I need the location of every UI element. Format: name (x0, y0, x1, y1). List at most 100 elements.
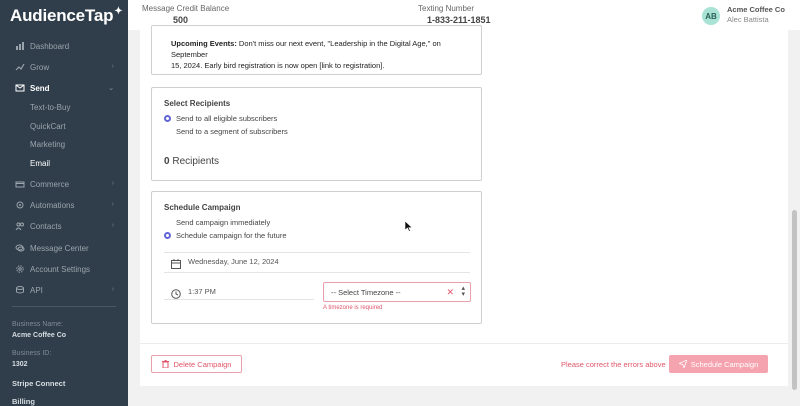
sidebar-item-label: Send (30, 83, 50, 93)
sidebar-item-dashboard[interactable]: Dashboard (0, 36, 128, 56)
radio-label: Schedule campaign for the future (176, 231, 287, 240)
scrollbar[interactable] (792, 210, 797, 390)
automations-icon (15, 200, 25, 210)
logo-text: AudienceTap (10, 6, 114, 25)
message-preview-card: Upcoming Events: Don't miss our next eve… (151, 25, 482, 75)
business-id-value: 1302 (12, 361, 28, 368)
radio-unchecked-icon (164, 219, 171, 226)
paper-plane-icon (678, 360, 687, 368)
message-center-icon (15, 243, 25, 253)
preview-line-2: 15, 2024. Early bird registration is now… (171, 61, 385, 70)
sidebar-item-account-settings[interactable]: Account Settings (0, 259, 128, 279)
chevron-right-icon: › (111, 286, 114, 293)
business-id-label: Business ID: (12, 350, 52, 357)
radio-segment-subscribers[interactable]: Send to a segment of subscribers (164, 127, 288, 136)
radio-label: Send to all eligible subscribers (176, 114, 278, 123)
texting-number-value: 1-833-211-1851 (427, 15, 491, 25)
radio-send-immediately[interactable]: Send campaign immediately (164, 218, 270, 227)
app-logo[interactable]: AudienceTap✦ (10, 6, 123, 26)
sidebar-item-commerce[interactable]: Commerce › (0, 174, 128, 194)
settings-icon (15, 264, 25, 274)
business-name-value: Acme Coffee Co (12, 332, 67, 339)
schedule-campaign-card: Schedule Campaign Send campaign immediat… (151, 191, 482, 324)
recipient-count-label: Recipients (169, 156, 220, 167)
schedule-campaign-button[interactable]: Schedule Campaign (669, 355, 768, 373)
send-icon (15, 83, 25, 93)
subitem-label: Email (30, 159, 51, 168)
form-error-message: Please correct the errors above (561, 360, 666, 369)
campaign-panel: Upcoming Events: Don't miss our next eve… (140, 25, 788, 386)
avatar[interactable]: AB (702, 7, 720, 25)
user-name[interactable]: Alec Battista (727, 15, 769, 24)
business-name-label: Business Name: (12, 321, 63, 328)
message-preview-text: Upcoming Events: Don't miss our next eve… (171, 38, 471, 71)
radio-all-subscribers[interactable]: Send to all eligible subscribers (164, 114, 277, 123)
date-field[interactable]: Wednesday, June 12, 2024 (188, 257, 279, 266)
chevron-right-icon: › (111, 180, 114, 187)
sidebar-item-send[interactable]: Send ⌄ (0, 78, 128, 98)
chevron-right-icon: › (111, 201, 114, 208)
sidebar-subitem-text-to-buy[interactable]: Text-to-Buy (0, 99, 128, 116)
select-caret-icon: ▴ ▾ (461, 285, 465, 298)
sidebar-subitem-email[interactable]: Email (0, 155, 128, 172)
field-divider (164, 299, 314, 300)
delete-label: Delete Campaign (173, 359, 232, 369)
sidebar-item-label: Dashboard (30, 41, 70, 51)
timezone-error: A timezone is required (323, 305, 383, 311)
commerce-icon (15, 179, 25, 189)
field-divider (164, 272, 470, 273)
radio-schedule-future[interactable]: Schedule campaign for the future (164, 231, 287, 240)
sidebar-item-label: Message Center (30, 243, 89, 253)
sidebar-item-label: Automations (30, 200, 75, 210)
sidebar-item-label: Contacts (30, 221, 62, 231)
schedule-label: Schedule Campaign (690, 359, 759, 369)
subitem-label: QuickCart (30, 122, 66, 131)
timezone-select[interactable]: -- Select Timezone -- ✕ ▴ ▾ (323, 282, 471, 302)
sidebar-item-automations[interactable]: Automations › (0, 195, 128, 215)
credit-balance-label: Message Credit Balance (142, 4, 230, 13)
dashboard-icon (15, 41, 25, 51)
sidebar-item-label: Commerce (30, 179, 70, 189)
chevron-down-icon: ⌄ (108, 85, 114, 92)
chevron-right-icon: › (111, 222, 114, 229)
billing-link[interactable]: Billing (12, 397, 35, 406)
chevron-right-icon: › (111, 63, 114, 70)
stripe-connect-link[interactable]: Stripe Connect (12, 379, 65, 388)
radio-label: Send campaign immediately (176, 218, 271, 227)
timezone-placeholder: -- Select Timezone -- (331, 287, 401, 297)
trash-icon (161, 360, 169, 368)
texting-number-label: Texting Number (418, 4, 475, 13)
contacts-icon (15, 221, 25, 231)
grow-icon (15, 62, 25, 72)
field-divider (164, 252, 470, 253)
subitem-label: Text-to-Buy (30, 103, 71, 112)
sidebar-divider (12, 306, 116, 307)
radio-checked-icon (164, 232, 171, 239)
sidebar-item-grow[interactable]: Grow › (0, 57, 128, 77)
schedule-title: Schedule Campaign (164, 203, 241, 212)
clock-icon (171, 286, 181, 304)
sidebar: AudienceTap✦ Dashboard Grow › Send ⌄ Tex… (0, 0, 128, 406)
sidebar-item-contacts[interactable]: Contacts › (0, 216, 128, 236)
radio-label: Send to a segment of subscribers (176, 127, 288, 136)
select-recipients-card: Select Recipients Send to all eligible s… (151, 87, 482, 181)
sidebar-item-label: Grow (30, 62, 50, 72)
api-icon (15, 285, 25, 295)
radio-unchecked-icon (164, 128, 171, 135)
clear-icon[interactable]: ✕ (446, 287, 454, 298)
credit-balance-value: 500 (173, 15, 189, 25)
logo-spark-icon: ✦ (114, 6, 123, 17)
sidebar-subitem-marketing[interactable]: Marketing (0, 136, 128, 153)
recipients-title: Select Recipients (164, 99, 231, 108)
subitem-label: Marketing (30, 140, 66, 149)
delete-campaign-button[interactable]: Delete Campaign (151, 355, 242, 373)
sidebar-item-api[interactable]: API › (0, 280, 128, 300)
sidebar-item-message-center[interactable]: Message Center (0, 238, 128, 258)
sidebar-item-label: API (30, 285, 43, 295)
sidebar-subitem-quickcart[interactable]: QuickCart (0, 118, 128, 135)
footer-divider (140, 343, 788, 344)
account-name[interactable]: Acme Coffee Co (727, 5, 785, 14)
sidebar-item-label: Account Settings (30, 264, 91, 274)
radio-checked-icon (164, 115, 171, 122)
time-field[interactable]: 1:37 PM (188, 287, 216, 296)
